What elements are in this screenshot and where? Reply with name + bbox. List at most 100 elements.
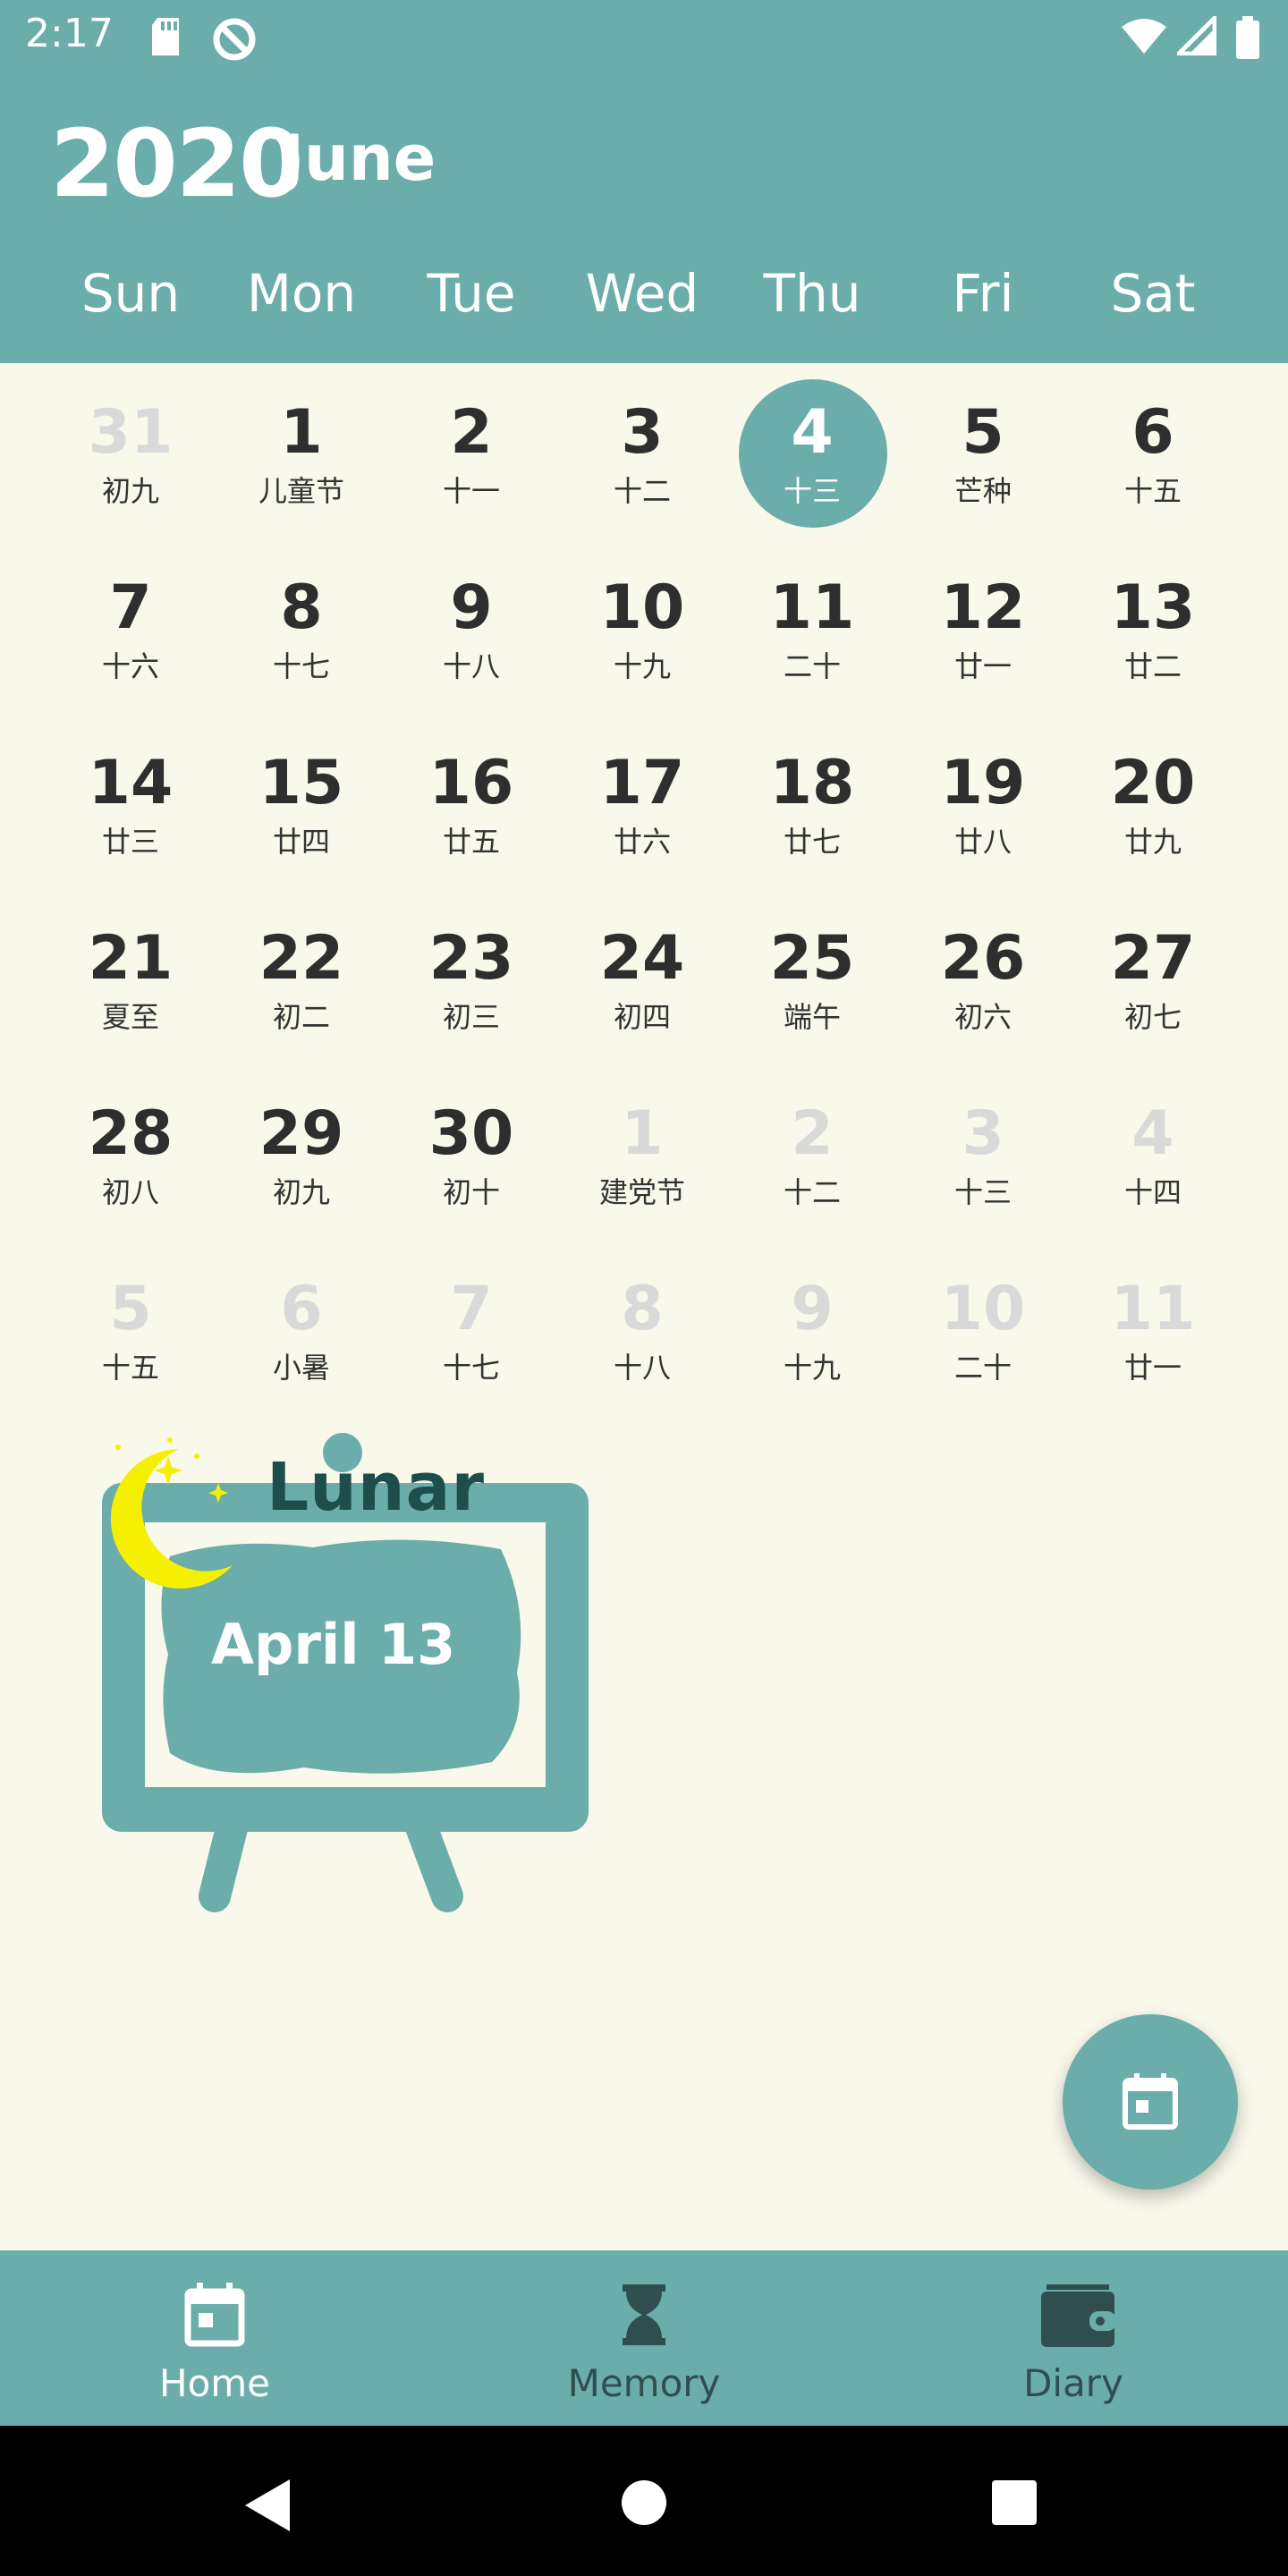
lunar-day-label: 廿四 bbox=[272, 825, 330, 859]
calendar-day[interactable]: 30 初十 bbox=[391, 1064, 552, 1240]
calendar-day[interactable]: 2 十二 bbox=[732, 1064, 893, 1240]
calendar-day[interactable]: 14 廿三 bbox=[50, 714, 211, 889]
weekday-mon: Mon bbox=[246, 263, 357, 324]
calendar-day[interactable]: 5 芒种 bbox=[902, 363, 1063, 538]
nav-home[interactable]: Home bbox=[0, 2250, 429, 2426]
calendar-day[interactable]: 23 初三 bbox=[391, 889, 552, 1064]
nav-diary[interactable]: Diary bbox=[859, 2250, 1288, 2426]
lunar-title: Lunar bbox=[267, 1449, 485, 1526]
day-number: 2 bbox=[450, 397, 493, 468]
day-number: 4 bbox=[1131, 1098, 1174, 1169]
back-icon[interactable] bbox=[243, 2478, 292, 2533]
lunar-day-label: 端午 bbox=[783, 1000, 841, 1034]
day-number: 28 bbox=[88, 1098, 174, 1169]
calendar-header: 2020 June Sun Mon Tue Wed Thu Fri Sat bbox=[0, 75, 1288, 363]
calendar-day[interactable]: 9 十九 bbox=[732, 1240, 893, 1415]
day-number: 16 bbox=[428, 748, 514, 818]
calendar-day[interactable]: 6 小暑 bbox=[221, 1240, 382, 1415]
calendar-day[interactable]: 27 初七 bbox=[1072, 889, 1233, 1064]
weekday-row: Sun Mon Tue Wed Thu Fri Sat bbox=[0, 263, 1288, 361]
year-label[interactable]: 2020 bbox=[50, 109, 303, 218]
day-number: 22 bbox=[258, 923, 344, 994]
calendar-day[interactable]: 1 儿童节 bbox=[221, 363, 382, 538]
sd-card-icon bbox=[152, 18, 179, 55]
day-number: 30 bbox=[428, 1098, 514, 1169]
lunar-day-label: 十三 bbox=[783, 474, 841, 508]
day-number: 10 bbox=[940, 1274, 1026, 1344]
recents-icon[interactable] bbox=[991, 2479, 1038, 2526]
nav-home-label: Home bbox=[158, 2361, 271, 2405]
calendar-day[interactable]: 29 初九 bbox=[221, 1064, 382, 1240]
lunar-day-label: 十三 bbox=[953, 1175, 1012, 1209]
calendar-day[interactable]: 8 十八 bbox=[562, 1240, 723, 1415]
today-fab-button[interactable] bbox=[1063, 2014, 1238, 2190]
calendar-day[interactable]: 7 十七 bbox=[391, 1240, 552, 1415]
lunar-day-label: 廿一 bbox=[953, 649, 1012, 683]
calendar-day[interactable]: 11 二十 bbox=[732, 538, 893, 714]
lunar-day-label: 夏至 bbox=[101, 1000, 159, 1034]
bottom-navigation: Home Memory Diary bbox=[0, 2250, 1288, 2426]
lunar-day-label: 十五 bbox=[1123, 474, 1182, 508]
day-number: 20 bbox=[1110, 748, 1196, 818]
lunar-day-label: 初九 bbox=[101, 474, 159, 508]
calendar-day[interactable]: 2 十一 bbox=[391, 363, 552, 538]
calendar-day-today[interactable]: 4 十三 bbox=[732, 363, 893, 538]
calendar-day[interactable]: 5 十五 bbox=[50, 1240, 211, 1415]
weekday-sun: Sun bbox=[80, 263, 181, 324]
calendar-day[interactable]: 13 廿二 bbox=[1072, 538, 1233, 714]
calendar-day[interactable]: 24 初四 bbox=[562, 889, 723, 1064]
calendar-day[interactable]: 19 廿八 bbox=[902, 714, 1063, 889]
day-number: 4 bbox=[791, 397, 834, 468]
calendar-day[interactable]: 18 廿七 bbox=[732, 714, 893, 889]
lunar-date: April 13 bbox=[211, 1612, 456, 1677]
day-number: 1 bbox=[280, 397, 323, 468]
lunar-day-label: 十六 bbox=[101, 649, 159, 683]
day-number: 12 bbox=[940, 572, 1026, 643]
lunar-day-label: 二十 bbox=[783, 649, 841, 683]
calendar-day[interactable]: 10 十九 bbox=[562, 538, 723, 714]
calendar-day[interactable]: 3 十三 bbox=[902, 1064, 1063, 1240]
day-number: 2 bbox=[791, 1098, 834, 1169]
calendar-day[interactable]: 15 廿四 bbox=[221, 714, 382, 889]
calendar-day[interactable]: 22 初二 bbox=[221, 889, 382, 1064]
home-icon[interactable] bbox=[621, 2479, 667, 2526]
calendar-day[interactable]: 10 二十 bbox=[902, 1240, 1063, 1415]
calendar-day[interactable]: 9 十八 bbox=[391, 538, 552, 714]
lunar-day-label: 廿一 bbox=[1123, 1351, 1182, 1385]
calendar-day[interactable]: 28 初八 bbox=[50, 1064, 211, 1240]
day-number: 8 bbox=[280, 572, 323, 643]
calendar-day[interactable]: 4 十四 bbox=[1072, 1064, 1233, 1240]
calendar-day[interactable]: 20 廿九 bbox=[1072, 714, 1233, 889]
calendar-day[interactable]: 17 廿六 bbox=[562, 714, 723, 889]
day-number: 13 bbox=[1110, 572, 1196, 643]
calendar-day[interactable]: 16 廿五 bbox=[391, 714, 552, 889]
lunar-day-label: 十二 bbox=[783, 1175, 841, 1209]
lunar-day-label: 十四 bbox=[1123, 1175, 1182, 1209]
status-bar: 2:17 bbox=[0, 0, 1288, 75]
calendar-day[interactable]: 12 廿一 bbox=[902, 538, 1063, 714]
nav-memory[interactable]: Memory bbox=[429, 2250, 859, 2426]
day-number: 1 bbox=[621, 1098, 664, 1169]
calendar-day[interactable]: 6 十五 bbox=[1072, 363, 1233, 538]
calendar-grid: 31 初九 1 儿童节 2 十一 3 十二 4 十三 5 芒种 6 十五 7 十六 8 十七 9 十八 10 十九 11 二十… bbox=[0, 363, 1288, 1419]
calendar-day[interactable]: 11 廿一 bbox=[1072, 1240, 1233, 1415]
lunar-day-label: 儿童节 bbox=[258, 474, 344, 508]
calendar-day[interactable]: 3 十二 bbox=[562, 363, 723, 538]
lunar-day-label: 十八 bbox=[613, 1351, 671, 1385]
lunar-day-label: 初二 bbox=[272, 1000, 330, 1034]
calendar-day[interactable]: 8 十七 bbox=[221, 538, 382, 714]
lunar-day-label: 十九 bbox=[613, 649, 671, 683]
calendar-day[interactable]: 7 十六 bbox=[50, 538, 211, 714]
lunar-day-label: 十七 bbox=[272, 649, 330, 683]
day-number: 7 bbox=[109, 572, 152, 643]
calendar-day[interactable]: 1 建党节 bbox=[562, 1064, 723, 1240]
calendar-day[interactable]: 31 初九 bbox=[50, 363, 211, 538]
calendar-day[interactable]: 25 端午 bbox=[732, 889, 893, 1064]
lunar-day-label: 建党节 bbox=[598, 1175, 685, 1209]
calendar-day[interactable]: 21 夏至 bbox=[50, 889, 211, 1064]
month-label[interactable]: June bbox=[281, 122, 436, 195]
hourglass-icon bbox=[623, 2284, 665, 2345]
calendar-day[interactable]: 26 初六 bbox=[902, 889, 1063, 1064]
day-number: 5 bbox=[109, 1274, 152, 1344]
day-number: 9 bbox=[791, 1274, 834, 1344]
